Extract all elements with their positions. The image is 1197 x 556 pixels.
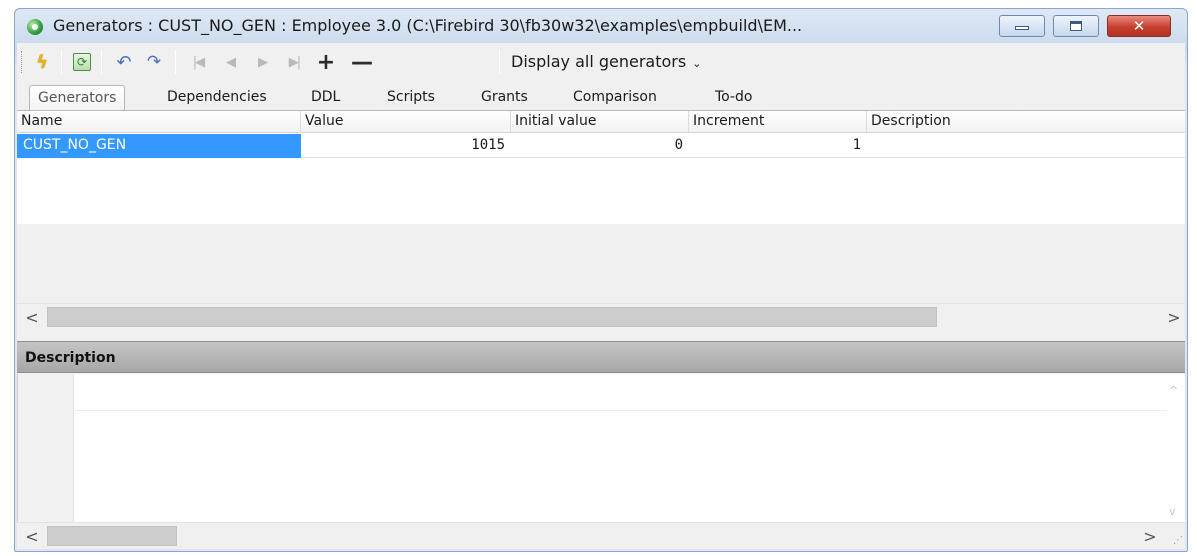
display-filter-dropdown[interactable]: Display all generators ⌄ (511, 52, 701, 71)
editor-gutter (18, 374, 74, 522)
display-filter-label: Display all generators (511, 52, 687, 71)
cell-name[interactable]: CUST_NO_GEN (17, 134, 301, 158)
redo-button[interactable]: ↷ (141, 49, 167, 75)
minus-icon: — (351, 49, 373, 75)
toolbar-separator (499, 50, 500, 74)
plus-icon: + (316, 49, 336, 75)
column-header-name[interactable]: Name (17, 111, 301, 133)
redo-icon: ↷ (146, 52, 162, 72)
scroll-down-icon[interactable]: v (1169, 505, 1176, 518)
refresh-button[interactable]: ⟳ (69, 49, 95, 75)
undo-icon: ↶ (116, 51, 132, 73)
description-panel-header: Description (17, 341, 1185, 373)
firebird-app-icon (27, 19, 43, 35)
window-title: Generators : CUST_NO_GEN : Employee 3.0 … (53, 16, 803, 35)
scroll-thumb[interactable] (47, 307, 937, 327)
cell-increment[interactable]: 1 (689, 134, 867, 158)
undo-button[interactable]: ↶ (111, 49, 137, 75)
column-header-description[interactable]: Description (867, 111, 1185, 133)
previous-record-button[interactable]: ◀ (217, 49, 243, 75)
refresh-icon: ⟳ (73, 53, 91, 71)
title-bar[interactable]: Generators : CUST_NO_GEN : Employee 3.0 … (15, 9, 1187, 43)
tab-ddl[interactable]: DDL (303, 85, 348, 111)
editor-horizontal-scrollbar[interactable]: < > ⋰ (17, 522, 1185, 549)
first-record-icon: |◀ (192, 54, 205, 70)
minimize-icon (1015, 26, 1029, 30)
cell-value[interactable]: 1015 (301, 134, 511, 158)
toolbar-separator (175, 50, 176, 74)
grid-horizontal-scrollbar[interactable]: < > (17, 303, 1185, 330)
lightning-icon: ϟ (36, 51, 48, 73)
previous-record-icon: ◀ (226, 54, 236, 70)
last-record-button[interactable]: ▶| (281, 49, 307, 75)
last-record-icon: ▶| (288, 54, 301, 70)
maximize-button[interactable] (1053, 15, 1099, 37)
toolbar-separator (101, 50, 102, 74)
cell-description[interactable] (867, 134, 1185, 158)
add-generator-button[interactable]: + (313, 49, 339, 75)
scroll-up-icon[interactable]: ^ (1169, 384, 1178, 397)
close-icon: ✕ (1132, 17, 1146, 35)
tab-grants[interactable]: Grants (473, 85, 536, 111)
editor-vertical-scrollbar[interactable]: ^ v (1167, 374, 1185, 522)
scroll-right-icon[interactable]: > (1165, 308, 1183, 327)
toolbar-grip[interactable] (21, 51, 24, 73)
tab-dependencies[interactable]: Dependencies (159, 85, 275, 111)
toolbar: ϟ ⟳ ↶ ↷ |◀ ◀ ▶ ▶| + — Display all genera… (17, 43, 1185, 81)
column-header-increment[interactable]: Increment (689, 111, 867, 133)
size-grip-icon[interactable]: ⋰ (1173, 535, 1183, 546)
tab-comparison[interactable]: Comparison (565, 85, 665, 111)
scroll-left-icon[interactable]: < (23, 527, 41, 546)
tab-generators[interactable]: Generators (29, 85, 126, 111)
tab-to-do[interactable]: To-do (707, 85, 761, 111)
maximize-icon (1070, 21, 1082, 31)
first-record-button[interactable]: |◀ (185, 49, 211, 75)
tab-scripts[interactable]: Scripts (379, 85, 443, 111)
scroll-thumb[interactable] (47, 526, 177, 546)
grid-header: Name Value Initial value Increment Descr… (17, 111, 1185, 133)
scroll-right-icon[interactable]: > (1141, 527, 1159, 546)
table-row[interactable]: CUST_NO_GEN 1015 0 1 (17, 134, 1185, 158)
next-record-button[interactable]: ▶ (249, 49, 275, 75)
toolbar-separator (61, 50, 62, 74)
generators-grid: Name Value Initial value Increment Descr… (17, 110, 1185, 224)
cell-initial-value[interactable]: 0 (511, 134, 689, 158)
window-client-area: ϟ ⟳ ↶ ↷ |◀ ◀ ▶ ▶| + — Display all genera… (17, 43, 1185, 549)
minimize-button[interactable] (999, 15, 1045, 37)
remove-generator-button[interactable]: — (349, 49, 375, 75)
description-editor[interactable]: ^ v (17, 374, 1185, 522)
compile-button[interactable]: ϟ (29, 49, 55, 75)
generator-editor-window: Generators : CUST_NO_GEN : Employee 3.0 … (14, 8, 1188, 552)
close-button[interactable]: ✕ (1107, 15, 1171, 37)
column-header-value[interactable]: Value (301, 111, 511, 133)
column-header-initial-value[interactable]: Initial value (511, 111, 689, 133)
chevron-down-icon: ⌄ (692, 57, 702, 70)
editor-current-line (75, 410, 1167, 411)
next-record-icon: ▶ (258, 54, 268, 70)
scroll-left-icon[interactable]: < (23, 308, 41, 327)
tab-strip: Generators Dependencies DDL Scripts Gran… (17, 85, 1185, 111)
